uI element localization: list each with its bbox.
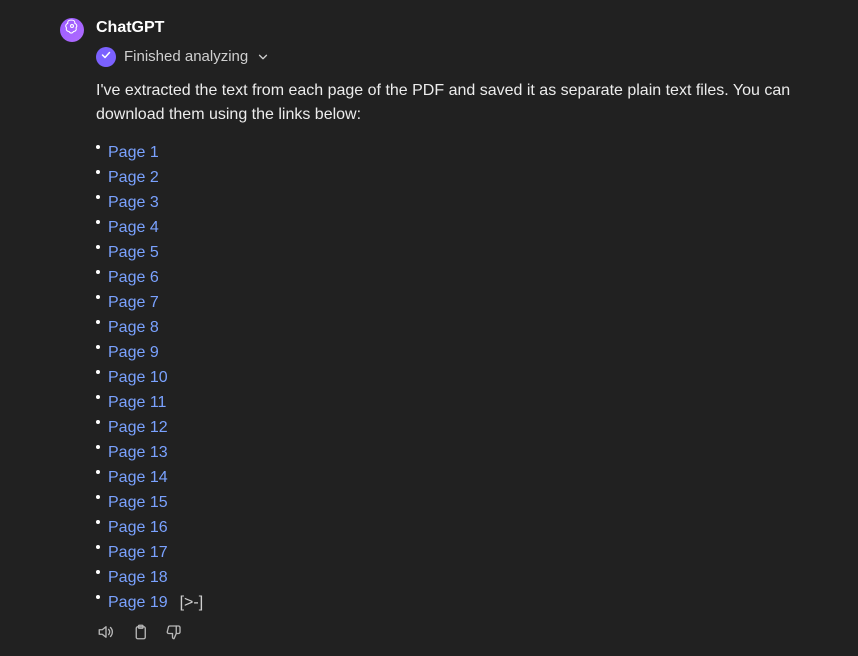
list-item: Page 7 (106, 291, 794, 316)
list-item: Page 18 (106, 566, 794, 591)
analysis-status-toggle[interactable]: Finished analyzing (96, 46, 794, 69)
list-item: Page 16 (106, 516, 794, 541)
list-item: Page 12 (106, 416, 794, 441)
page-link[interactable]: Page 14 (108, 466, 168, 490)
page-link[interactable]: Page 3 (108, 191, 159, 215)
check-badge (96, 47, 116, 67)
list-item: Page 6 (106, 266, 794, 291)
list-item: Page 3 (106, 191, 794, 216)
list-item: Page 15 (106, 491, 794, 516)
assistant-message-text: I've extracted the text from each page o… (96, 79, 794, 127)
list-item: Page 2 (106, 166, 794, 191)
list-item: Page 4 (106, 216, 794, 241)
list-item: Page 13 (106, 441, 794, 466)
message-actions (96, 624, 794, 644)
page-link[interactable]: Page 5 (108, 241, 159, 265)
page-link[interactable]: Page 19 (108, 591, 168, 615)
list-item: Page 9 (106, 341, 794, 366)
message-row: ChatGPT Finished analyzing I've extr (60, 16, 794, 644)
list-item: Page 11 (106, 391, 794, 416)
page-link[interactable]: Page 13 (108, 441, 168, 465)
analysis-status-label: Finished analyzing (124, 46, 248, 69)
link-note: [>-] (180, 591, 204, 615)
page-link[interactable]: Page 4 (108, 216, 159, 240)
read-aloud-button[interactable] (96, 624, 116, 644)
page-link[interactable]: Page 11 (108, 391, 166, 415)
list-item: Page 17 (106, 541, 794, 566)
openai-logo-icon (64, 18, 80, 42)
assistant-avatar (60, 18, 84, 42)
page-link[interactable]: Page 10 (108, 366, 168, 390)
page-link[interactable]: Page 1 (108, 141, 159, 165)
check-icon (100, 45, 112, 69)
list-item: Page 10 (106, 366, 794, 391)
list-item: Page 5 (106, 241, 794, 266)
list-item: Page 1 (106, 141, 794, 166)
list-item: Page 19 [>-] (106, 591, 794, 616)
clipboard-icon (131, 623, 149, 644)
page-link[interactable]: Page 15 (108, 491, 168, 515)
page-link[interactable]: Page 16 (108, 516, 168, 540)
page-link[interactable]: Page 18 (108, 566, 168, 590)
page-link[interactable]: Page 12 (108, 416, 168, 440)
list-item: Page 14 (106, 466, 794, 491)
page-link[interactable]: Page 2 (108, 166, 159, 190)
dislike-button[interactable] (164, 624, 184, 644)
page-link[interactable]: Page 9 (108, 341, 159, 365)
chat-message: ChatGPT Finished analyzing I've extr (0, 0, 858, 656)
thumbs-down-icon (165, 623, 183, 644)
page-link[interactable]: Page 7 (108, 291, 159, 315)
page-link[interactable]: Page 6 (108, 266, 159, 290)
speaker-icon (97, 623, 115, 644)
copy-button[interactable] (130, 624, 150, 644)
list-item: Page 8 (106, 316, 794, 341)
page-link[interactable]: Page 8 (108, 316, 159, 340)
message-body: ChatGPT Finished analyzing I've extr (96, 16, 794, 644)
chevron-down-icon (256, 50, 270, 64)
assistant-name: ChatGPT (96, 16, 794, 40)
page-link[interactable]: Page 17 (108, 541, 168, 565)
page-link-list: Page 1Page 2Page 3Page 4Page 5Page 6Page… (96, 141, 794, 616)
